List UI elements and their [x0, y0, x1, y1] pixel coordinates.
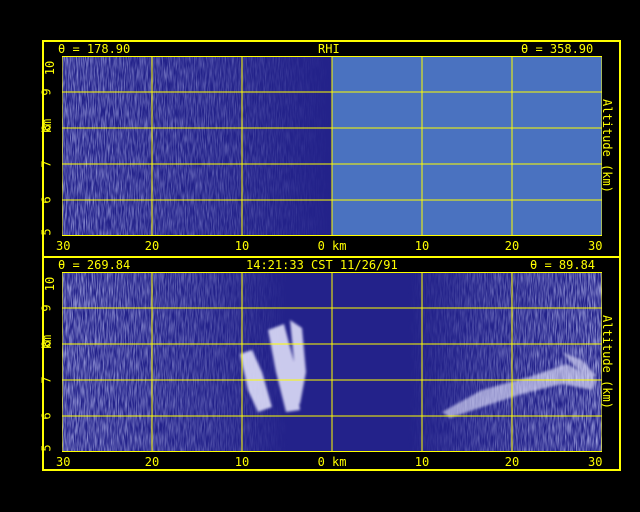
y-tick-label: 6: [39, 196, 54, 204]
bottom-timestamp: 14:21:33 CST 11/26/91: [246, 258, 398, 272]
x-tick-label: 20: [144, 455, 160, 469]
y-tick-label: 6: [39, 412, 54, 420]
x-tick-label: 30: [588, 455, 603, 469]
bottom-left-angle: θ = 269.84: [58, 258, 131, 272]
x-tick-label: 0 km: [317, 239, 347, 253]
x-tick-label: 10: [234, 239, 250, 253]
y-tick-label: 7: [39, 160, 54, 168]
no-data-region: [332, 56, 602, 236]
x-tick-label: 10: [414, 455, 430, 469]
top-right-angle: θ = 358.90: [521, 42, 594, 56]
y-unit-label: km: [40, 334, 55, 350]
x-tick-label: 0 km: [317, 455, 347, 469]
top-rhi-image: [62, 56, 602, 236]
y-tick-label: 10: [43, 60, 58, 76]
bottom-rhi-panel: [62, 272, 602, 452]
y-axis-label-right: Altitude (km): [599, 315, 614, 409]
bottom-rhi-image: [62, 272, 602, 452]
y-tick-label: 5: [39, 444, 54, 452]
top-title: RHI: [318, 42, 340, 56]
y-tick-label: 9: [39, 304, 54, 312]
x-tick-label: 10: [234, 455, 250, 469]
y-unit-label: km: [40, 118, 55, 134]
top-rhi-panel: [62, 56, 602, 236]
y-tick-label: 9: [39, 88, 54, 96]
x-tick-label: 10: [414, 239, 430, 253]
x-tick-label: 20: [504, 455, 520, 469]
y-tick-label: 5: [39, 228, 54, 236]
x-tick-label: 20: [144, 239, 160, 253]
bottom-right-angle: θ = 89.84: [530, 258, 596, 272]
y-tick-label: 7: [39, 376, 54, 384]
y-tick-label: 10: [43, 276, 58, 292]
x-tick-label: 30: [588, 239, 603, 253]
y-axis-label-right: Altitude (km): [599, 99, 614, 193]
x-tick-label: 30: [56, 239, 71, 253]
x-tick-label: 30: [56, 455, 71, 469]
top-left-angle: θ = 178.90: [58, 42, 131, 56]
x-tick-label: 20: [504, 239, 520, 253]
